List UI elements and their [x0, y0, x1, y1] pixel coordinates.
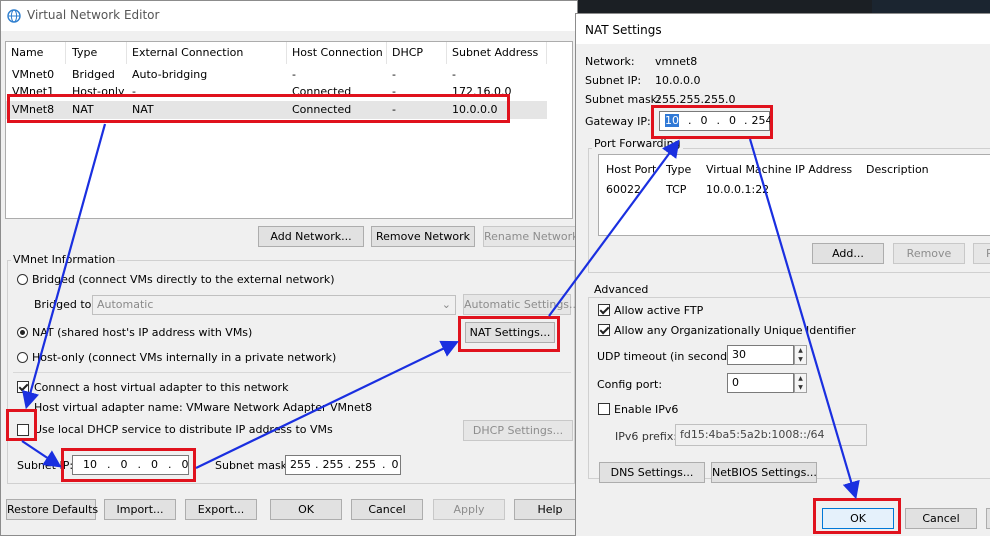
annotation-box-nat-settings	[458, 316, 560, 352]
config-port-spinner[interactable]: ▲ ▼	[794, 373, 807, 393]
restore-defaults-button[interactable]: Restore Defaults	[6, 499, 98, 520]
pf-col-description[interactable]: Description	[866, 163, 929, 176]
nat-settings-window: NAT Settings Network: vmnet8 Subnet IP: …	[575, 13, 990, 536]
annotation-box-vmnet8-row	[7, 94, 510, 123]
network-globe-icon	[7, 9, 21, 23]
subnet-mask-label: Subnet mask:	[215, 459, 291, 472]
host-only-label: Host-only (connect VMs internally in a p…	[32, 351, 337, 364]
col-external[interactable]: External Connection	[127, 42, 287, 64]
bridged-label: Bridged (connect VMs directly to the ext…	[32, 273, 335, 286]
export-button[interactable]: Export...	[185, 499, 257, 520]
nat-label: NAT (shared host's IP address with VMs)	[32, 326, 253, 339]
table-row[interactable]: 60022 TCP 10.0.0.1:22	[599, 181, 990, 197]
allow-ftp-label: Allow active FTP	[614, 304, 704, 317]
divider	[13, 372, 571, 373]
enable-ipv6-label: Enable IPv6	[614, 403, 679, 416]
col-host[interactable]: Host Connection	[287, 42, 387, 64]
allow-oui-checkbox[interactable]	[598, 324, 610, 336]
udp-timeout-input[interactable]: 30	[727, 345, 794, 365]
apply-button[interactable]: Apply	[433, 499, 505, 520]
bridged-to-select[interactable]: Automatic ⌄	[92, 295, 456, 315]
nat-subnet-mask-label: Subnet mask:	[585, 93, 661, 106]
add-network-button[interactable]: Add Network...	[258, 226, 364, 247]
network-value: vmnet8	[655, 55, 698, 68]
chevron-down-icon: ⌄	[441, 298, 451, 311]
annotation-box-gateway-ip	[651, 105, 773, 139]
col-name[interactable]: Name	[6, 42, 66, 64]
rename-network-button[interactable]: Rename Network...	[483, 226, 589, 247]
subnet-mask-input[interactable]: 255. 255. 255. 0	[285, 455, 401, 475]
annotation-box-dhcp-checkbox	[6, 409, 37, 441]
pf-col-host-port[interactable]: Host Port	[606, 163, 656, 176]
import-button[interactable]: Import...	[104, 499, 176, 520]
ok-button[interactable]: OK	[270, 499, 342, 520]
network-label: Network:	[585, 55, 635, 68]
ipv6-prefix-input[interactable]: fd15:4ba5:5a2b:1008::/64	[675, 424, 867, 446]
gateway-ip-label: Gateway IP:	[585, 115, 651, 128]
table-row[interactable]: VMnet0 Bridged Auto-bridging - - -	[6, 68, 547, 84]
col-subnet[interactable]: Subnet Address	[447, 42, 547, 64]
pf-col-type[interactable]: Type	[666, 163, 691, 176]
dhcp-label: Use local DHCP service to distribute IP …	[34, 423, 333, 436]
nat-cancel-button[interactable]: Cancel	[905, 508, 977, 529]
allow-ftp-checkbox[interactable]	[598, 304, 610, 316]
nat-subnet-ip-label: Subnet IP:	[585, 74, 642, 87]
pf-properties-button[interactable]: P	[973, 243, 990, 264]
config-port-input[interactable]: 0	[727, 373, 794, 393]
udp-timeout-label: UDP timeout (in seconds):	[597, 350, 741, 363]
bridged-radio[interactable]	[17, 274, 28, 285]
ipv6-prefix-label: IPv6 prefix:	[615, 430, 678, 443]
network-list[interactable]: Name Type External Connection Host Conne…	[5, 41, 573, 219]
netbios-settings-button[interactable]: NetBIOS Settings...	[711, 462, 817, 483]
nat-radio[interactable]	[17, 327, 28, 338]
dhcp-settings-button[interactable]: DHCP Settings...	[463, 420, 573, 441]
enable-ipv6-checkbox[interactable]	[598, 403, 610, 415]
allow-oui-label: Allow any Organizationally Unique Identi…	[614, 324, 856, 337]
remove-network-button[interactable]: Remove Network	[371, 226, 475, 247]
host-only-radio[interactable]	[17, 352, 28, 363]
vmnet-info-label: VMnet Information	[11, 253, 118, 266]
vne-titlebar[interactable]: Virtual Network Editor	[1, 1, 577, 31]
udp-timeout-spinner[interactable]: ▲ ▼	[794, 345, 807, 365]
desktop-background	[872, 0, 990, 14]
dns-settings-button[interactable]: DNS Settings...	[599, 462, 705, 483]
nat-extra-button[interactable]	[986, 508, 990, 529]
annotation-box-subnet-ip	[61, 448, 196, 482]
adapter-name-label: Host virtual adapter name: VMware Networ…	[34, 401, 373, 414]
advanced-label: Advanced	[592, 283, 651, 296]
pf-remove-button[interactable]: Remove	[893, 243, 965, 264]
pf-add-button[interactable]: Add...	[812, 243, 884, 264]
col-type[interactable]: Type	[67, 42, 127, 64]
connect-adapter-label: Connect a host virtual adapter to this n…	[34, 381, 289, 394]
annotation-box-ok-button	[813, 498, 901, 534]
cancel-button[interactable]: Cancel	[351, 499, 423, 520]
nat-subnet-ip-value: 10.0.0.0	[655, 74, 701, 87]
nat-window-title: NAT Settings	[585, 23, 662, 37]
bridged-to-label: Bridged to:	[34, 298, 96, 311]
pf-col-vm-ip[interactable]: Virtual Machine IP Address	[706, 163, 852, 176]
connect-adapter-checkbox[interactable]	[17, 381, 29, 393]
col-dhcp[interactable]: DHCP	[387, 42, 447, 64]
port-forwarding-list[interactable]: Host Port Type Virtual Machine IP Addres…	[598, 154, 990, 236]
automatic-settings-button[interactable]: Automatic Settings...	[463, 294, 580, 315]
config-port-label: Config port:	[597, 378, 663, 391]
window-title: Virtual Network Editor	[27, 8, 160, 22]
